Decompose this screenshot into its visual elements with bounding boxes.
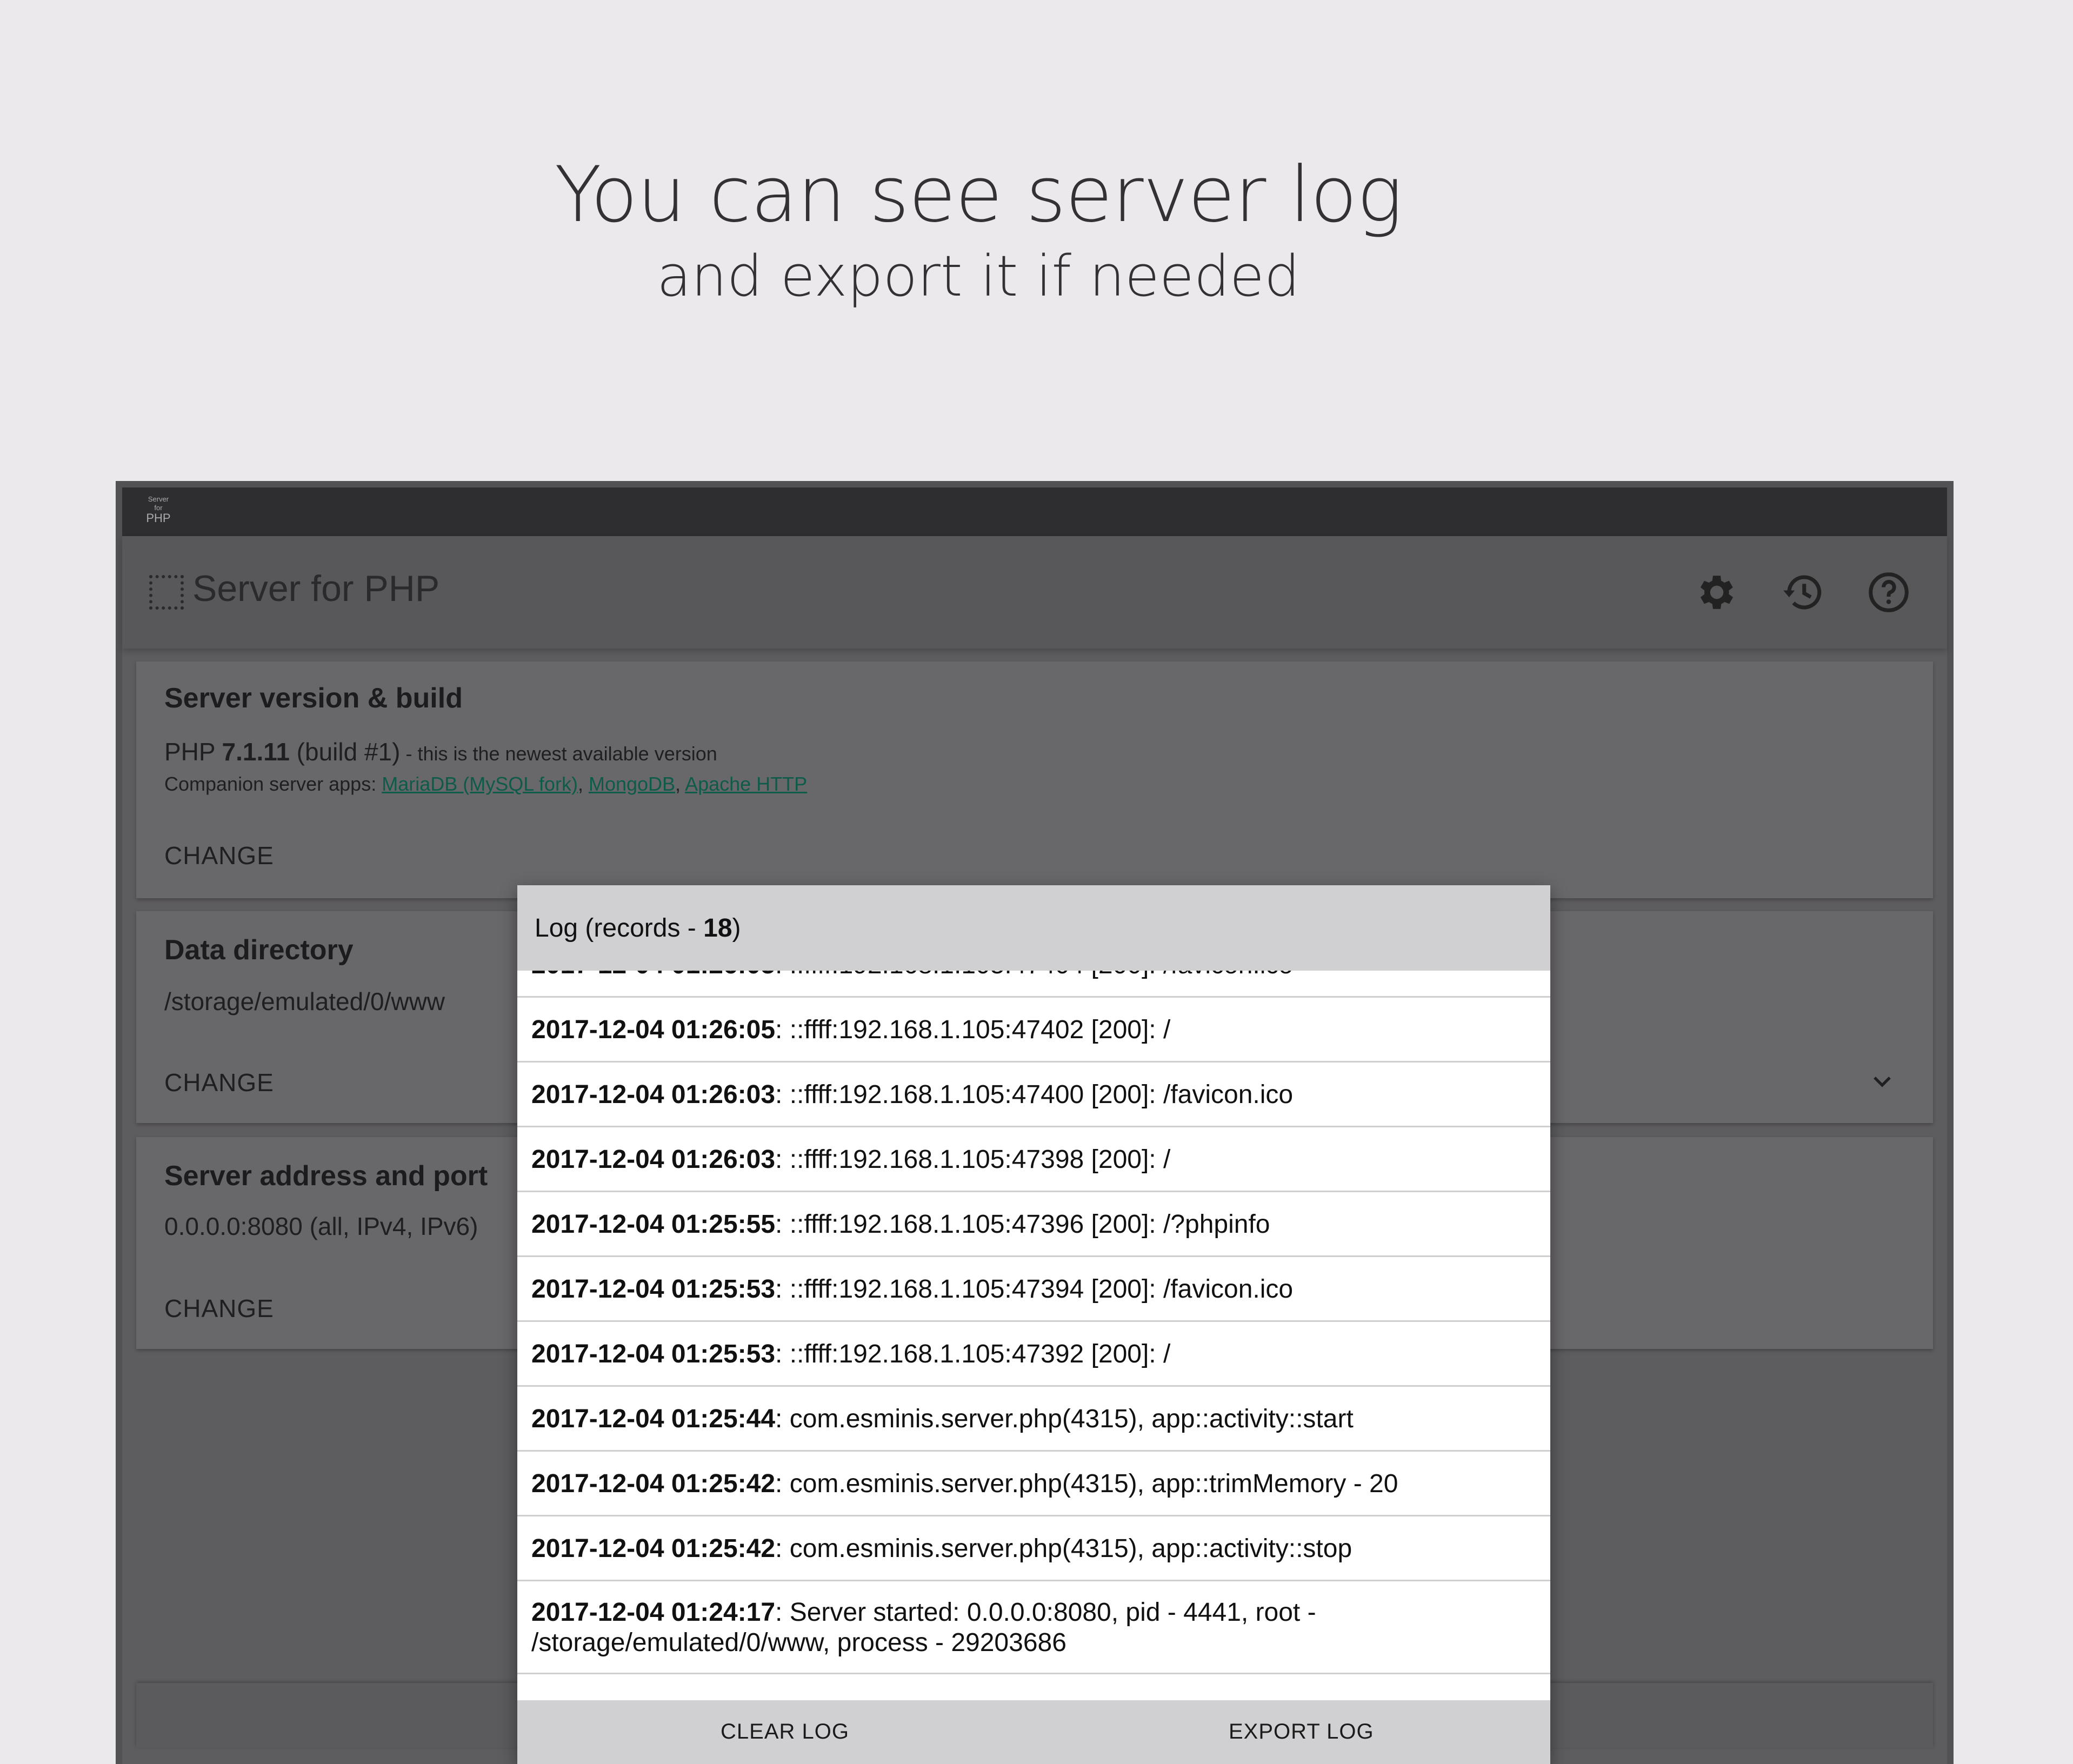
status-logo-line: Server [148,495,169,503]
log-message: : ::ffff:192.168.1.105:47402 [200]: / [775,1015,1171,1044]
title-suffix: ) [732,914,741,943]
log-entry: 2017-12-04 01:25:53: ::ffff:192.168.1.10… [517,1257,1550,1322]
log-entry: 2017-12-04 01:24:17: Server started: 0.0… [517,1581,1550,1674]
log-entry: 2017-12-04 01:25:55: ::ffff:192.168.1.10… [517,1192,1550,1257]
server-address-value: 0.0.0.0:8080 (all, IPv4, IPv6) [164,1212,478,1240]
version-note: - this is the newest available version [400,743,717,765]
title-prefix: Log (records - [535,914,704,943]
log-list[interactable]: 2017-12-04 01:26:05: ::ffff:192.168.1.10… [517,933,1550,1674]
chevron-down-icon[interactable] [1869,1068,1895,1094]
app-logo-icon [149,575,184,610]
change-version-button[interactable]: CHANGE [164,841,274,870]
log-message: : com.esminis.server.php(4315), app::tri… [775,1469,1398,1498]
log-time: 2017-12-04 01:25:44 [531,1405,776,1433]
headline-subtitle: and export it if needed [657,243,1300,309]
export-log-button[interactable]: EXPORT LOG [1229,1720,1374,1744]
php-build: (build #1) [289,738,401,766]
log-time: 2017-12-04 01:25:42 [531,1469,776,1498]
dialog-title: Log (records - 18) [535,913,741,943]
status-bar: Server for PHP [122,487,1947,536]
status-app-icon: Server for PHP [144,495,173,524]
card-title: Server address and port [164,1160,488,1192]
log-time: 2017-12-04 01:25:53 [531,1275,776,1304]
card-title: Data directory [164,934,354,966]
app-bar: Server for PHP [122,536,1947,649]
php-prefix: PHP [164,738,222,766]
log-entry: 2017-12-04 01:25:44: com.esminis.server.… [517,1387,1550,1452]
log-time: 2017-12-04 01:25:55 [531,1210,776,1239]
log-message: : ::ffff:192.168.1.105:47400 [200]: /fav… [775,1080,1294,1109]
separator: , [675,773,685,795]
record-count: 18 [703,914,732,943]
companion-prefix: Companion server apps: [164,773,382,795]
data-directory-value: /storage/emulated/0/www [164,987,445,1015]
log-message: : com.esminis.server.php(4315), app::act… [775,1405,1354,1433]
log-dialog: Log (records - 18) 2017-12-04 01:26:05: … [517,885,1550,1764]
php-version: 7.1.11 [222,738,290,766]
card-title: Server version & build [164,683,463,714]
app-title: Server for PHP [192,568,440,609]
log-time: 2017-12-04 01:26:05 [531,1015,776,1044]
log-message: : ::ffff:192.168.1.105:47398 [200]: / [775,1145,1171,1174]
dialog-footer: CLEAR LOG EXPORT LOG [517,1700,1550,1764]
log-time: 2017-12-04 01:26:03 [531,1080,776,1109]
change-address-button[interactable]: CHANGE [164,1294,274,1323]
log-time: 2017-12-04 01:26:03 [531,1145,776,1174]
mongodb-link[interactable]: MongoDB [589,773,675,795]
server-version-card: Server version & build PHP 7.1.11 (build… [136,662,1933,898]
log-entry: 2017-12-04 01:25:42: com.esminis.server.… [517,1452,1550,1516]
history-icon[interactable] [1781,570,1826,615]
log-entry: 2017-12-04 01:26:05: ::ffff:192.168.1.10… [517,998,1550,1063]
dialog-header: Log (records - 18) [517,885,1550,971]
mariadb-link[interactable]: MariaDB (MySQL fork) [382,773,578,795]
log-time: 2017-12-04 01:25:42 [531,1534,776,1563]
log-time: 2017-12-04 01:25:53 [531,1340,776,1368]
help-icon[interactable] [1866,570,1911,615]
log-entry: 2017-12-04 01:26:03: ::ffff:192.168.1.10… [517,1063,1550,1127]
log-entry: 2017-12-04 01:25:53: ::ffff:192.168.1.10… [517,1322,1550,1387]
separator: , [577,773,589,795]
companion-apps: Companion server apps: MariaDB (MySQL fo… [164,773,807,796]
clear-log-button[interactable]: CLEAR LOG [721,1720,849,1744]
log-entry: 2017-12-04 01:25:42: com.esminis.server.… [517,1516,1550,1581]
settings-icon[interactable] [1694,570,1739,615]
log-message: : ::ffff:192.168.1.105:47394 [200]: /fav… [775,1275,1294,1304]
log-time: 2017-12-04 01:24:17 [531,1598,776,1627]
status-logo-line: PHP [146,511,171,525]
change-directory-button[interactable]: CHANGE [164,1068,274,1097]
php-version-text: PHP 7.1.11 (build #1) - this is the newe… [164,737,717,766]
log-message: : ::ffff:192.168.1.105:47392 [200]: / [775,1340,1171,1368]
headline-title: You can see server log [554,150,1403,239]
log-message: : ::ffff:192.168.1.105:47396 [200]: /?ph… [775,1210,1270,1239]
log-entry: 2017-12-04 01:26:03: ::ffff:192.168.1.10… [517,1127,1550,1192]
log-message: : com.esminis.server.php(4315), app::act… [775,1534,1352,1563]
apache-link[interactable]: Apache HTTP [685,773,807,795]
